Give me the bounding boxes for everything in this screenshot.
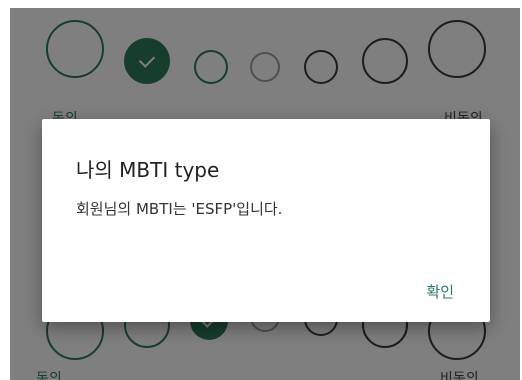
confirm-button[interactable]: 확인 [420, 277, 460, 306]
alert-dialog: 나의 MBTI type 회원님의 MBTI는 'ESFP'입니다. 확인 [42, 119, 490, 322]
screen: 동의 비동의 동의 비동의 나의 MBTI type 회원님의 MBTI는 'E… [0, 0, 522, 380]
dialog-title: 나의 MBTI type [76, 158, 220, 182]
mbti-question-screen: 동의 비동의 동의 비동의 나의 MBTI type 회원님의 MBTI는 'E… [10, 8, 520, 380]
dialog-message: 회원님의 MBTI는 'ESFP'입니다. [76, 200, 283, 218]
